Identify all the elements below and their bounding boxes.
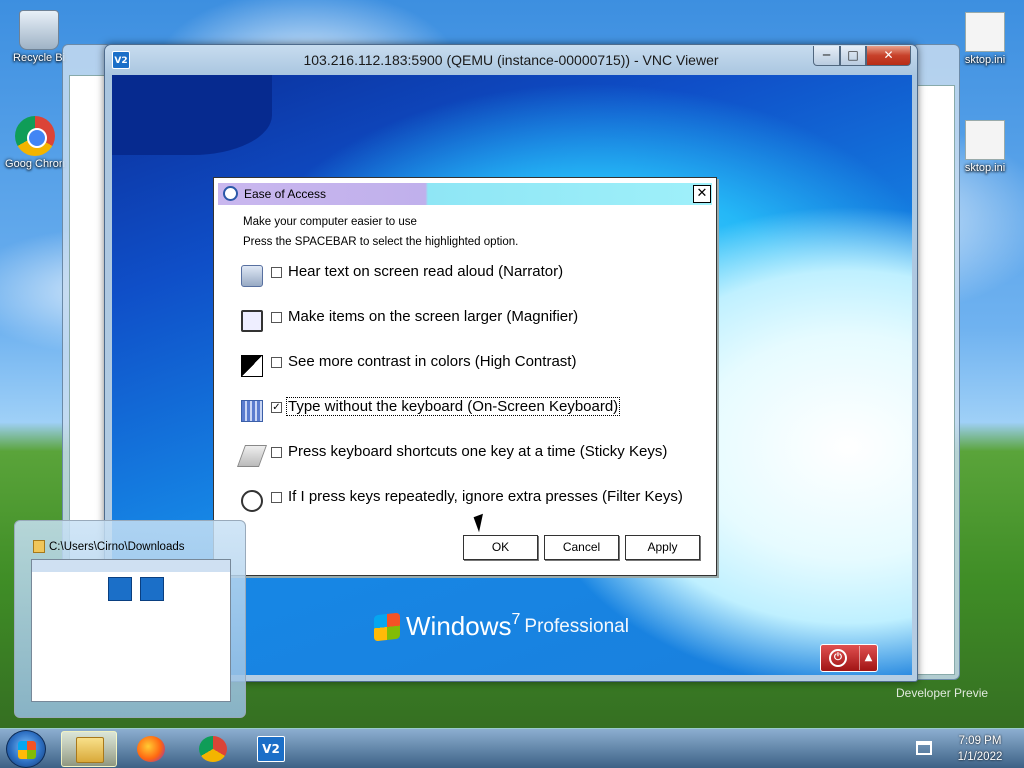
shutdown-options-arrow[interactable]: ▲ <box>859 646 877 670</box>
option-label[interactable]: Make items on the screen larger (Magnifi… <box>287 308 579 325</box>
dialog-title-bar[interactable]: Ease of Access ✕ <box>218 183 712 205</box>
folder-icon <box>76 737 104 763</box>
magnifier-checkbox[interactable] <box>271 312 282 323</box>
windows-flag-icon <box>374 612 400 641</box>
ease-of-access-icon <box>223 186 238 201</box>
desktop-icon-label: sktop.ini <box>964 54 1006 66</box>
taskbar-chrome-button[interactable] <box>185 731 241 767</box>
firefox-icon <box>137 736 165 762</box>
clock[interactable]: 7:09 PM 1/1/2022 <box>948 733 1012 765</box>
cancel-button[interactable]: Cancel <box>544 535 619 560</box>
background-window-right[interactable] <box>912 44 960 680</box>
taskbar-vnc-button[interactable]: V2 <box>243 731 299 767</box>
high-contrast-checkbox[interactable] <box>271 357 282 368</box>
taskbar-thumbnail-preview[interactable]: C:\Users\Cirno\Downloads <box>14 520 246 718</box>
maximize-button[interactable]: □ <box>840 46 866 66</box>
ease-of-access-dialog[interactable]: Ease of Access ✕ Make your computer easi… <box>213 177 717 576</box>
vnc-icon <box>108 577 132 601</box>
narrator-icon <box>241 265 263 287</box>
vnc-window-title: 103.216.112.183:5900 (QEMU (instance-000… <box>303 52 719 68</box>
filter-keys-icon <box>241 490 263 512</box>
preview-thumbnail[interactable] <box>31 559 231 702</box>
desktop-watermark: Developer Previe <box>896 686 989 700</box>
intro-line-2: Press the SPACEBAR to select the highlig… <box>243 236 519 248</box>
network-icon[interactable] <box>916 741 932 755</box>
shutdown-button[interactable]: ⏻ ▲ <box>820 644 878 672</box>
option-high-contrast[interactable]: See more contrast in colors (High Contra… <box>241 351 701 379</box>
intro-line-1: Make your computer easier to use <box>243 216 417 228</box>
vnc-icon: V2 <box>257 736 285 762</box>
option-label[interactable]: If I press keys repeatedly, ignore extra… <box>287 488 684 505</box>
logo-version: 7 <box>511 611 521 628</box>
dialog-close-button[interactable]: ✕ <box>693 185 711 203</box>
vnc-title-bar[interactable]: V2 103.216.112.183:5900 (QEMU (instance-… <box>105 45 917 75</box>
option-label[interactable]: Type without the keyboard (On-Screen Key… <box>285 397 621 416</box>
option-label[interactable]: Hear text on screen read aloud (Narrator… <box>287 263 564 280</box>
on-screen-keyboard-checkbox[interactable]: ✓ <box>271 402 282 413</box>
magnifier-icon <box>241 310 263 332</box>
filter-keys-checkbox[interactable] <box>271 492 282 503</box>
folder-icon <box>33 540 45 553</box>
windows-7-logo: Windows7 Professional <box>374 611 629 642</box>
option-filter-keys[interactable]: If I press keys repeatedly, ignore extra… <box>241 486 701 514</box>
clock-date: 1/1/2022 <box>957 751 1003 763</box>
minimize-button[interactable]: ─ <box>813 46 840 66</box>
apply-button[interactable]: Apply <box>625 535 700 560</box>
preview-title: C:\Users\Cirno\Downloads <box>49 541 185 553</box>
power-icon: ⏻ <box>829 649 847 667</box>
ini-file-icon <box>965 120 1005 160</box>
logo-word: Windows <box>406 611 512 641</box>
desktop-icon-label: sktop.ini <box>964 162 1006 174</box>
ok-button[interactable]: OK <box>463 535 538 560</box>
windows-flag-icon <box>18 741 36 759</box>
high-contrast-icon <box>241 355 263 377</box>
clock-time: 7:09 PM <box>958 735 1002 747</box>
thumbnail-toolbar <box>32 560 230 572</box>
option-narrator[interactable]: Hear text on screen read aloud (Narrator… <box>241 261 701 289</box>
desktop-icon-chrome[interactable]: Goog Chron <box>0 116 70 170</box>
taskbar-firefox-button[interactable] <box>123 731 179 767</box>
desktop-icon-ini[interactable]: sktop.ini <box>950 12 1020 66</box>
recycle-bin-icon <box>19 10 59 50</box>
desktop-icon-ini-2[interactable]: sktop.ini <box>950 120 1020 174</box>
option-label[interactable]: Press keyboard shortcuts one key at a ti… <box>287 443 668 460</box>
sticky-keys-icon <box>236 445 268 467</box>
option-magnifier[interactable]: Make items on the screen larger (Magnifi… <box>241 306 701 334</box>
keyboard-icon <box>241 400 263 422</box>
desktop-icon-label: Goog Chron <box>5 158 65 170</box>
background-window-content <box>913 85 955 675</box>
desktop-icon-label: Recycle Bi <box>13 52 65 64</box>
chrome-icon <box>199 736 227 762</box>
vnc-icon <box>140 577 164 601</box>
close-button[interactable]: ✕ <box>866 46 911 66</box>
start-button[interactable] <box>6 730 46 768</box>
narrator-checkbox[interactable] <box>271 267 282 278</box>
wallpaper-shape <box>112 75 272 155</box>
system-tray: 7:09 PM 1/1/2022 <box>912 729 1024 768</box>
sticky-keys-checkbox[interactable] <box>271 447 282 458</box>
option-sticky-keys[interactable]: Press keyboard shortcuts one key at a ti… <box>236 441 701 469</box>
option-on-screen-keyboard[interactable]: ✓ Type without the keyboard (On-Screen K… <box>241 396 701 424</box>
option-label[interactable]: See more contrast in colors (High Contra… <box>287 353 577 370</box>
ini-file-icon <box>965 12 1005 52</box>
logo-edition: Professional <box>524 615 629 637</box>
chrome-icon <box>15 116 55 156</box>
taskbar: V2 7:09 PM 1/1/2022 <box>0 728 1024 768</box>
taskbar-explorer-button[interactable] <box>61 731 117 767</box>
dialog-title: Ease of Access <box>244 187 327 201</box>
